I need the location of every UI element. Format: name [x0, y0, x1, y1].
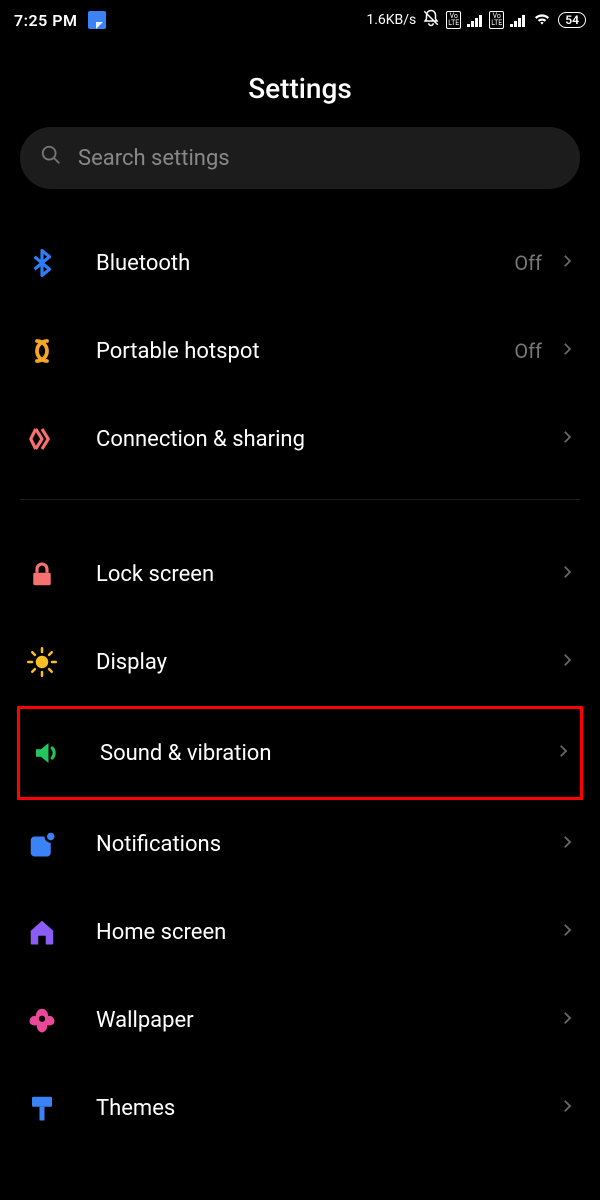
settings-item-display[interactable]: Display	[20, 618, 580, 706]
settings-list: Bluetooth Off Portable hotspot Off Conne…	[0, 219, 600, 1152]
chevron-right-icon	[558, 428, 576, 450]
status-data-speed: 1.6KB/s	[366, 12, 416, 28]
settings-item-connection[interactable]: Connection & sharing	[20, 395, 580, 483]
chevron-right-icon	[558, 563, 576, 585]
settings-item-notifications[interactable]: Notifications	[20, 800, 580, 888]
speaker-icon	[28, 735, 64, 771]
signal-2-icon	[510, 13, 526, 27]
chevron-right-icon	[558, 252, 576, 274]
settings-item-themes[interactable]: Themes	[20, 1064, 580, 1152]
dnd-bell-off-icon	[422, 9, 440, 31]
signal-1-icon	[467, 13, 483, 27]
highlight-box: Sound & vibration	[17, 706, 583, 800]
settings-item-hotspot[interactable]: Portable hotspot Off	[20, 307, 580, 395]
flower-icon	[24, 1002, 60, 1038]
settings-item-bluetooth[interactable]: Bluetooth Off	[20, 219, 580, 307]
sun-icon	[24, 644, 60, 680]
item-label: Lock screen	[96, 562, 558, 587]
connection-icon	[24, 421, 60, 457]
section-divider	[20, 499, 580, 500]
item-label: Themes	[96, 1096, 558, 1121]
chevron-right-icon	[558, 1009, 576, 1031]
chevron-right-icon	[558, 833, 576, 855]
item-label: Connection & sharing	[96, 427, 558, 452]
item-label: Portable hotspot	[96, 339, 514, 364]
status-bar: 7:25 PM 1.6KB/s VoLTE VoLTE 54	[0, 0, 600, 40]
brush-icon	[24, 1090, 60, 1126]
search-input[interactable]: Search settings	[20, 127, 580, 189]
chevron-right-icon	[558, 651, 576, 673]
item-status: Off	[514, 339, 542, 363]
item-label: Notifications	[96, 832, 558, 857]
item-label: Wallpaper	[96, 1008, 558, 1033]
hotspot-icon	[24, 333, 60, 369]
settings-item-homescreen[interactable]: Home screen	[20, 888, 580, 976]
item-label: Display	[96, 650, 558, 675]
volte-1-icon: VoLTE	[446, 11, 461, 29]
chevron-right-icon	[558, 1097, 576, 1119]
notification-app-icon	[88, 11, 106, 29]
chevron-right-icon	[554, 742, 572, 764]
chevron-right-icon	[558, 340, 576, 362]
item-label: Home screen	[96, 920, 558, 945]
settings-item-wallpaper[interactable]: Wallpaper	[20, 976, 580, 1064]
notification-icon	[24, 826, 60, 862]
item-status: Off	[514, 251, 542, 275]
lock-icon	[24, 556, 60, 592]
chevron-right-icon	[558, 921, 576, 943]
settings-item-lockscreen[interactable]: Lock screen	[20, 530, 580, 618]
item-label: Sound & vibration	[100, 741, 554, 766]
home-icon	[24, 914, 60, 950]
settings-item-sound[interactable]: Sound & vibration	[24, 709, 576, 797]
item-label: Bluetooth	[96, 251, 514, 276]
search-icon	[40, 144, 62, 172]
battery-indicator: 54	[558, 12, 586, 28]
search-placeholder: Search settings	[78, 146, 230, 171]
wifi-icon	[532, 8, 552, 33]
status-time: 7:25 PM	[14, 11, 78, 30]
page-title: Settings	[0, 48, 600, 127]
volte-2-icon: VoLTE	[489, 11, 504, 29]
bluetooth-icon	[24, 245, 60, 281]
